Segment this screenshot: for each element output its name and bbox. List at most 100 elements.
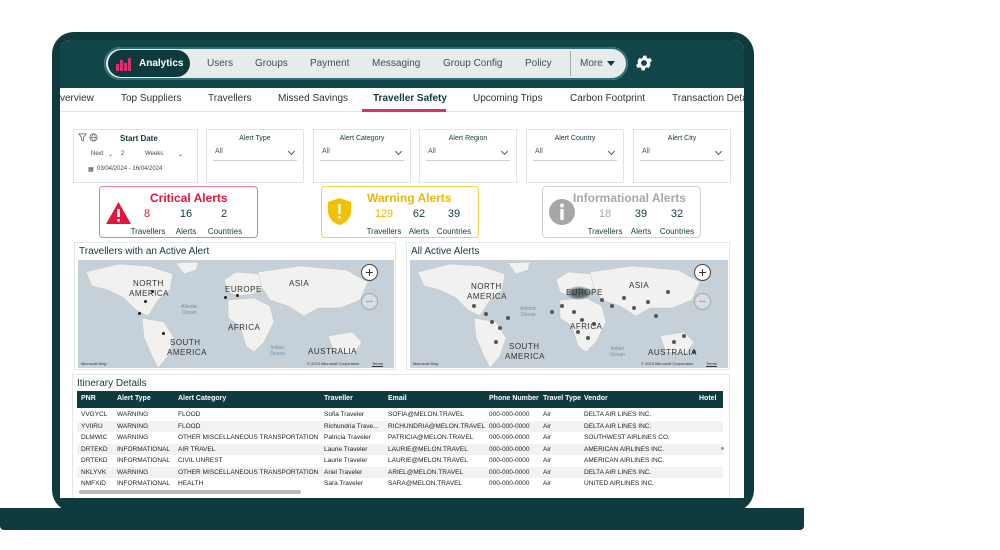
map-label: EUROPE [566,288,603,297]
column-header-traveller[interactable]: Traveller [324,395,353,402]
table-cell: SARA@MELON.TRAVEL [388,480,463,487]
countries-label: Countries [659,227,695,236]
map-terms-link[interactable]: Terms [706,361,717,366]
table-cell: DELTA AIR LINES INC. [584,422,652,430]
nav-item-group-config[interactable]: Group Config [443,47,502,80]
travellers-count: 18 [598,208,612,220]
vertical-scroll-indicator[interactable] [721,447,724,450]
tab-travellers[interactable]: Travellers [208,93,252,104]
table-cell: Air [543,468,551,476]
table-cell: 000-000-0000 [489,434,530,441]
column-header-pnr[interactable]: PNR [81,395,96,402]
alert-region-select[interactable]: All [426,147,510,161]
table-row[interactable]: YVIIRU WARNING FLOOD Richundria Trave... RIC… [77,420,723,432]
map-label: AFRICA [570,322,603,331]
alerts-count: 16 [179,208,193,220]
tab-upcoming-trips[interactable]: Upcoming Trips [473,93,542,104]
table-cell: 000-000-0000 [489,480,530,487]
horizontal-scrollbar[interactable] [79,490,301,494]
filter-icon[interactable] [78,133,87,142]
alert-category-select[interactable]: All [320,147,404,161]
tab-missed-savings[interactable]: Missed Savings [278,93,348,104]
zoom-out-button[interactable]: − [694,293,711,310]
calendar-icon: ▦ [88,167,94,173]
informational-alerts-card[interactable]: Informational Alerts 18 39 32 Travellers… [542,186,701,238]
tab-overview[interactable]: verview [60,93,94,104]
chevron-down-icon: ⌄ [178,152,184,158]
table-cell: CIVIL UNREST [178,457,223,464]
chevron-down-icon [607,147,616,156]
map-label: AMERICA [505,352,545,361]
active-tab-indicator [362,109,446,112]
nav-item-users[interactable]: Users [207,47,233,80]
card-title: Informational Alerts [573,191,686,205]
critical-alerts-card[interactable]: Critical Alerts 8 16 2 Travellers Alerts… [99,186,258,238]
table-cell: FLOOD [178,422,201,430]
table-cell: Patricia Traveler [324,434,371,441]
table-row[interactable]: NKLYVK WARNING OTHER MISCELLANEOUS TRANSPO… [77,466,723,478]
table-cell: Air [543,480,551,487]
zoom-in-button[interactable]: + [694,264,711,281]
alert-country-select[interactable]: All [533,147,617,161]
nav-item-analytics[interactable]: Analytics [108,50,190,77]
tab-top-suppliers[interactable]: Top Suppliers [121,93,182,104]
laptop-base [0,508,804,530]
zoom-out-button[interactable]: − [361,293,378,310]
table-row[interactable]: DRTEKD INFORMATIONAL CIVIL UNREST Laurie Tr… [77,455,723,467]
map-terms-link[interactable]: Terms [372,361,383,366]
column-header-alert-category[interactable]: Alert Category [178,395,226,402]
nav-divider [570,51,571,76]
alert-region-filter: Alert Region All [419,129,517,183]
date-unit-select[interactable]: Weeks [145,151,163,157]
travellers-count: 129 [374,208,394,220]
alerts-count: 39 [634,208,648,220]
card-title: Warning Alerts [367,191,452,205]
app-screen: Analytics Users Groups Payment Messaging… [60,40,744,498]
table-row[interactable]: DRTEKD INFORMATIONAL AIR TRAVEL Laurie Trav… [77,443,723,455]
select-value: All [322,148,330,155]
panel-title: All Active Alerts [411,246,480,257]
nav-item-groups[interactable]: Groups [255,47,288,80]
all-alerts-map[interactable]: NORTH AMERICA EUROPE ASIA AFRICA SOUTH A… [410,260,728,368]
nav-item-policy[interactable]: Policy [525,47,552,80]
column-header-phone[interactable]: Phone Number [489,395,539,402]
nav-item-payment[interactable]: Payment [310,47,349,80]
tab-carbon-footprint[interactable]: Carbon Footprint [570,93,645,104]
alert-city-select[interactable]: All [640,147,724,161]
tab-traveller-safety[interactable]: Traveller Safety [373,93,447,104]
column-header-alert-type[interactable]: Alert Type [117,395,151,402]
nav-item-messaging[interactable]: Messaging [372,47,420,80]
countries-label: Countries [207,227,243,236]
date-range-text: 03/04/2024 - 16/04/2024 [97,166,163,172]
zoom-in-button[interactable]: + [361,264,378,281]
caret-down-icon [606,60,615,66]
table-cell: INFORMATIONAL [117,457,170,464]
table-row[interactable]: NMFXID INFORMATIONAL HEALTH Sara Traveler SA… [77,478,723,490]
table-cell: Richundria Trave... [324,422,379,430]
nav-more-button[interactable]: More [580,47,615,80]
table-cell: SOUTHWEST AIRLINES CO. [584,434,670,441]
map-label: ASIA [629,281,650,290]
travellers-map[interactable]: NORTH AMERICA EUROPE ASIA AFRICA SOUTH A… [78,260,394,368]
alert-type-select[interactable]: All [213,147,297,161]
table-cell: LAURIE@MELON.TRAVEL [388,457,468,464]
table-cell: Ariel Traveler [324,468,363,476]
ocean-label: Atlantic Ocean [181,304,198,316]
table-row[interactable]: VVGYCL WARNING FLOOD Sofia Traveler SOFIA@ME… [77,409,723,421]
column-header-email[interactable]: Email [388,395,407,402]
warning-alerts-card[interactable]: Warning Alerts 129 62 39 Travellers Aler… [321,186,479,238]
globe-icon[interactable] [89,133,98,142]
gear-icon[interactable] [634,53,654,73]
tab-transaction-details[interactable]: Transaction Deta [672,93,744,104]
column-header-travel-type[interactable]: Travel Type [543,395,581,402]
chevron-down-icon: ⌄ [108,152,114,158]
start-date-filter: Start Date Next ⌄ 2 Weeks ⌄ ▦ 03/04/2024… [73,129,198,183]
travellers-count: 8 [143,208,151,220]
column-header-hotel[interactable]: Hotel [699,395,717,402]
date-count-input[interactable]: 2 [121,151,124,157]
column-header-vendor[interactable]: Vendor [584,395,608,402]
date-direction-select[interactable]: Next [91,151,103,157]
table-cell: DELTA AIR LINES INC. [584,411,652,418]
travellers-map-panel: Travellers with an Active Alert NORTH AM… [74,242,396,370]
table-row[interactable]: DLMWIC WARNING OTHER MISCELLANEOUS TRANSPO… [77,432,723,444]
